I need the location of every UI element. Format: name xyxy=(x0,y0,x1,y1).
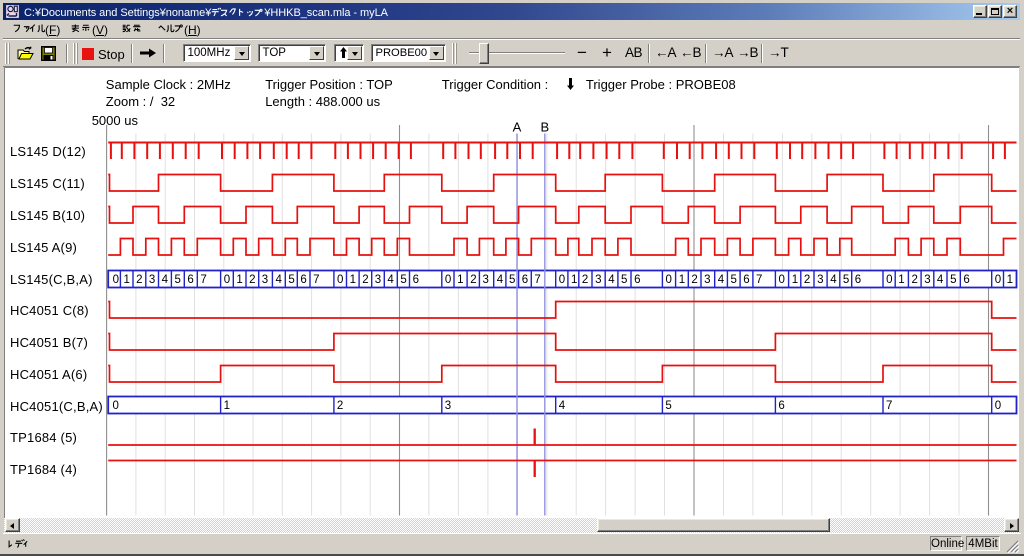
svg-text:1: 1 xyxy=(1007,274,1013,286)
svg-text:6: 6 xyxy=(743,274,749,286)
svg-text:1: 1 xyxy=(350,274,356,286)
svg-text:4: 4 xyxy=(608,274,615,286)
svg-text:4: 4 xyxy=(275,274,282,286)
svg-text:0: 0 xyxy=(445,274,451,286)
svg-text:1: 1 xyxy=(898,274,904,286)
svg-text:0: 0 xyxy=(778,274,784,286)
svg-text:2: 2 xyxy=(911,274,917,286)
svg-text:1: 1 xyxy=(236,274,242,286)
svg-text:7: 7 xyxy=(200,274,206,286)
svg-text:6: 6 xyxy=(778,400,784,412)
svg-text:A: A xyxy=(513,120,522,135)
svg-text:5: 5 xyxy=(665,400,671,412)
svg-text:0: 0 xyxy=(113,400,119,412)
svg-text:0: 0 xyxy=(995,400,1001,412)
svg-text:7: 7 xyxy=(534,274,540,286)
svg-text:2: 2 xyxy=(136,274,142,286)
svg-text:2: 2 xyxy=(804,274,810,286)
svg-text:3: 3 xyxy=(445,400,451,412)
svg-text:4: 4 xyxy=(162,274,169,286)
svg-text:4: 4 xyxy=(718,274,725,286)
svg-text:6: 6 xyxy=(963,274,969,286)
svg-text:1: 1 xyxy=(123,274,129,286)
svg-text:5: 5 xyxy=(950,274,956,286)
svg-text:3: 3 xyxy=(704,274,710,286)
svg-text:6: 6 xyxy=(634,274,640,286)
svg-text:5: 5 xyxy=(174,274,180,286)
svg-text:1: 1 xyxy=(224,400,230,412)
svg-text:5: 5 xyxy=(288,274,294,286)
svg-text:1: 1 xyxy=(457,274,463,286)
svg-text:3: 3 xyxy=(262,274,268,286)
svg-text:6: 6 xyxy=(187,274,193,286)
svg-text:5: 5 xyxy=(730,274,736,286)
svg-text:6: 6 xyxy=(855,274,861,286)
svg-text:2: 2 xyxy=(337,400,343,412)
svg-text:3: 3 xyxy=(817,274,823,286)
svg-text:3: 3 xyxy=(375,274,381,286)
svg-text:0: 0 xyxy=(224,274,230,286)
svg-text:7: 7 xyxy=(886,400,892,412)
svg-text:6: 6 xyxy=(300,274,306,286)
svg-text:3: 3 xyxy=(149,274,155,286)
svg-text:4: 4 xyxy=(830,274,837,286)
svg-text:7: 7 xyxy=(756,274,762,286)
svg-text:4: 4 xyxy=(559,400,566,412)
svg-text:2: 2 xyxy=(249,274,255,286)
svg-text:3: 3 xyxy=(595,274,601,286)
svg-text:5: 5 xyxy=(843,274,849,286)
svg-text:3: 3 xyxy=(924,274,930,286)
svg-text:2: 2 xyxy=(470,274,476,286)
svg-text:5: 5 xyxy=(509,274,515,286)
svg-text:B: B xyxy=(540,120,549,135)
svg-text:2: 2 xyxy=(362,274,368,286)
svg-text:0: 0 xyxy=(559,274,565,286)
svg-text:0: 0 xyxy=(113,274,119,286)
svg-text:7: 7 xyxy=(313,274,319,286)
svg-text:0: 0 xyxy=(995,274,1001,286)
svg-text:5: 5 xyxy=(400,274,406,286)
svg-text:0: 0 xyxy=(886,274,892,286)
svg-text:4: 4 xyxy=(387,274,394,286)
svg-text:1: 1 xyxy=(679,274,685,286)
svg-text:4: 4 xyxy=(497,274,504,286)
svg-text:1: 1 xyxy=(571,274,577,286)
svg-text:2: 2 xyxy=(691,274,697,286)
svg-text:6: 6 xyxy=(522,274,528,286)
svg-text:6: 6 xyxy=(413,274,419,286)
svg-text:0: 0 xyxy=(337,274,343,286)
svg-text:4: 4 xyxy=(937,274,944,286)
svg-text:1: 1 xyxy=(792,274,798,286)
svg-text:2: 2 xyxy=(582,274,588,286)
svg-text:0: 0 xyxy=(665,274,671,286)
svg-text:3: 3 xyxy=(482,274,488,286)
svg-text:5: 5 xyxy=(621,274,627,286)
